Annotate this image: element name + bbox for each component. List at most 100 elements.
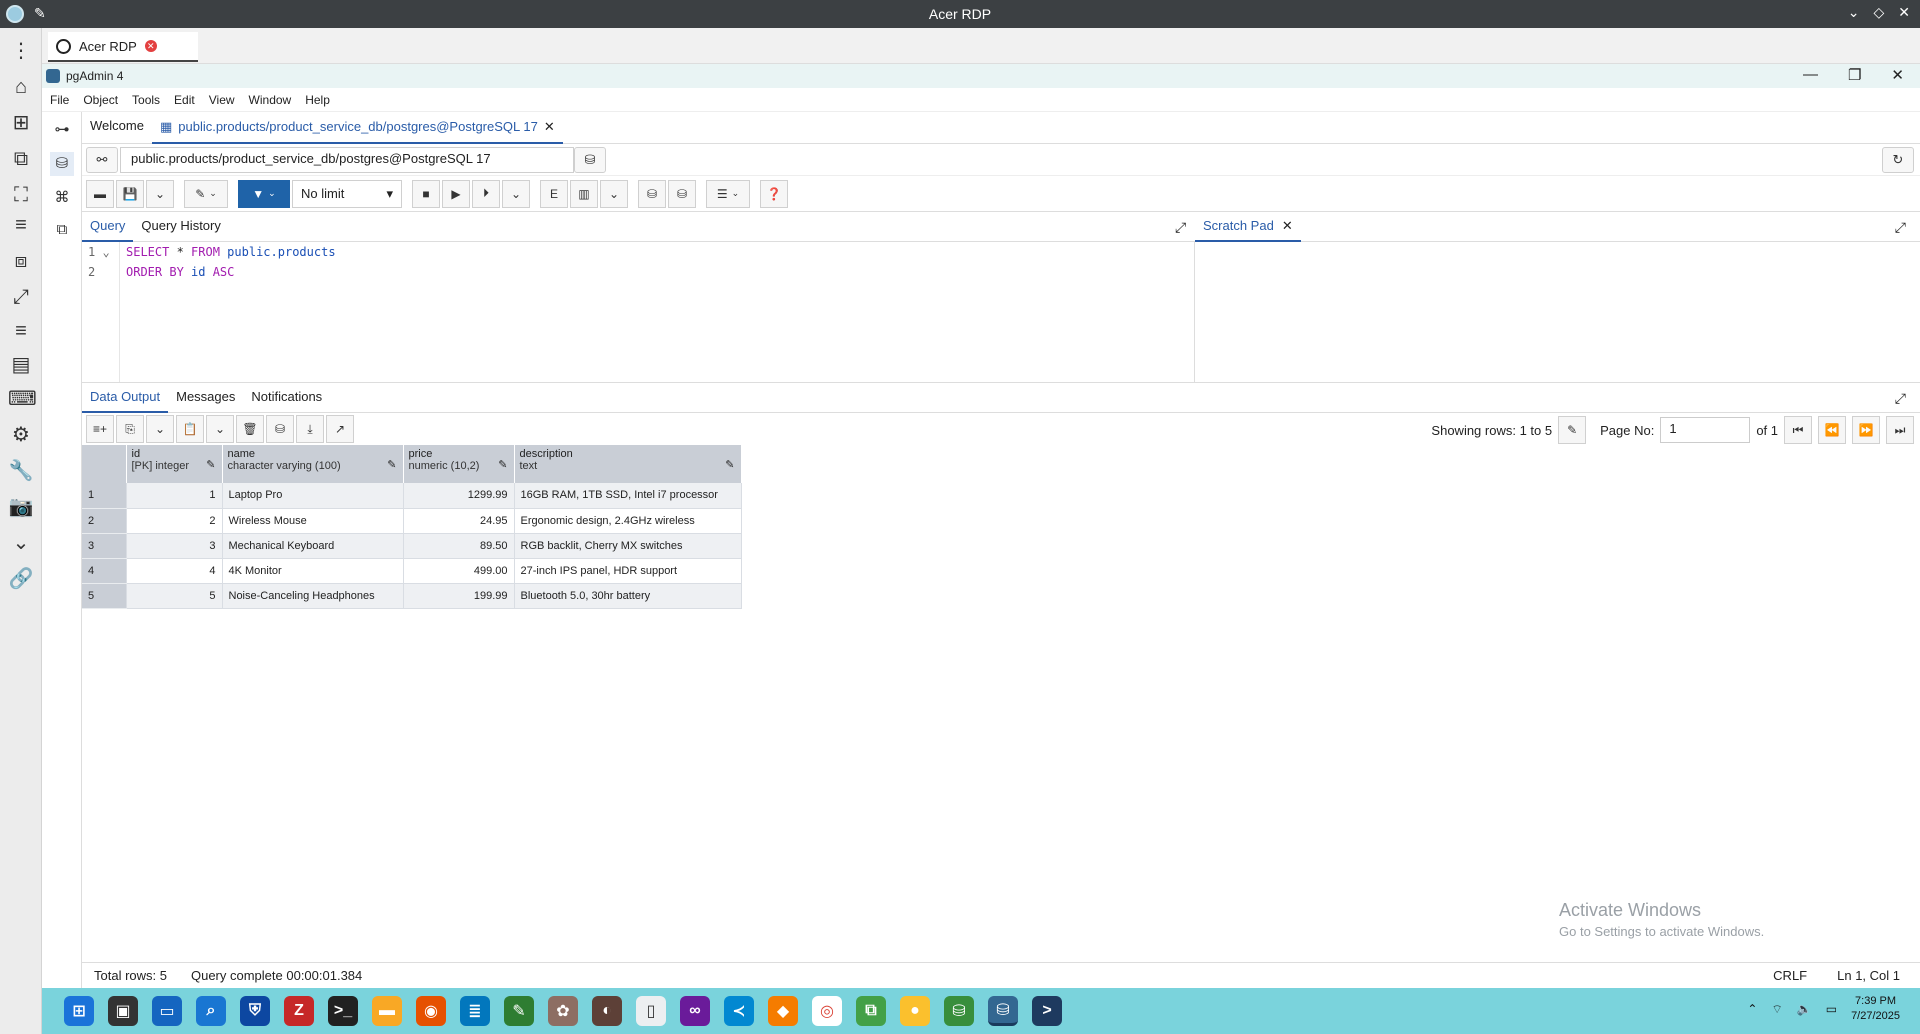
next-page-icon[interactable]: ⏩: [1852, 416, 1880, 444]
cell-price[interactable]: 1299.99: [403, 483, 515, 509]
git-icon[interactable]: ◆: [768, 996, 798, 1026]
notepad-plus-icon[interactable]: ✎: [504, 996, 534, 1026]
network-tool-icon[interactable]: ⧉: [856, 996, 886, 1026]
macros-dropdown-button[interactable]: ☰ ⌄: [706, 179, 750, 208]
tab-scratch-pad[interactable]: Scratch Pad ✕: [1195, 212, 1301, 242]
edit-pencil-icon[interactable]: ✎: [387, 458, 396, 471]
restore-icon[interactable]: ❐: [1848, 66, 1861, 84]
notepad-icon[interactable]: ≣: [460, 996, 490, 1026]
save-dropdown-icon[interactable]: ⌄: [146, 179, 174, 208]
search-app-icon[interactable]: ⌕: [196, 996, 226, 1026]
download-icon[interactable]: ⤓: [296, 415, 324, 443]
paste-dropdown-icon[interactable]: ⌄: [206, 415, 234, 443]
delete-icon[interactable]: 🗑: [236, 415, 264, 443]
graph-icon[interactable]: ↗: [326, 415, 354, 443]
rollback-icon[interactable]: ⛁: [668, 179, 696, 208]
expand-query-icon[interactable]: ⤢: [1175, 219, 1186, 236]
column-header-name[interactable]: name character varying (100) ✎: [222, 445, 404, 483]
cell-name[interactable]: 4K Monitor: [222, 558, 404, 584]
cell-description[interactable]: RGB backlit, Cherry MX switches: [514, 533, 742, 559]
powershell-icon[interactable]: >: [1032, 996, 1062, 1026]
cell-name[interactable]: Wireless Mouse: [222, 508, 404, 534]
cell-id[interactable]: 1: [126, 483, 223, 509]
cell-price[interactable]: 89.50: [403, 533, 515, 559]
pgadmin-taskbar-icon[interactable]: ⛁: [988, 996, 1018, 1026]
expand-output-icon[interactable]: ⤢: [1895, 390, 1906, 407]
help-icon[interactable]: ❓: [760, 179, 788, 208]
menu-view[interactable]: View: [209, 93, 235, 107]
row-number[interactable]: 3: [82, 533, 127, 559]
prev-page-icon[interactable]: ⏪: [1818, 416, 1846, 444]
table-row[interactable]: 2 2 Wireless Mouse 24.95 Ergonomic desig…: [82, 508, 742, 534]
filezilla-icon[interactable]: Z: [284, 996, 314, 1026]
terminal-icon[interactable]: >_: [328, 996, 358, 1026]
duck-icon[interactable]: ●: [900, 996, 930, 1026]
close-icon[interactable]: ✕: [1282, 212, 1293, 240]
database-icon[interactable]: ⛁: [574, 146, 606, 173]
add-window-icon[interactable]: ⊞: [8, 110, 34, 136]
tab-welcome[interactable]: Welcome: [82, 112, 152, 144]
query-tool-icon[interactable]: ⛁: [50, 152, 74, 176]
chevron-down-icon[interactable]: ⌄: [1848, 4, 1860, 21]
security-shield-icon[interactable]: ⛨: [240, 996, 270, 1026]
psql-tool-icon[interactable]: ⌘: [50, 186, 74, 210]
commit-icon[interactable]: ⛁: [638, 179, 666, 208]
connection-selector[interactable]: public.products/product_service_db/postg…: [120, 146, 574, 173]
vscode-icon[interactable]: ≺: [724, 996, 754, 1026]
open-file-icon[interactable]: ▬: [86, 179, 114, 208]
explain-icon[interactable]: E: [540, 179, 568, 208]
save-data-icon[interactable]: ⛁: [266, 415, 294, 443]
close-icon[interactable]: ✕: [1898, 4, 1910, 21]
table-row[interactable]: 3 3 Mechanical Keyboard 89.50 RGB backli…: [82, 533, 742, 559]
tab-query[interactable]: Query: [82, 212, 134, 242]
cell-description[interactable]: 16GB RAM, 1TB SSD, Intel i7 processor: [514, 483, 742, 509]
cell-id[interactable]: 2: [126, 508, 223, 534]
close-icon[interactable]: ✕: [544, 113, 555, 141]
paint-icon[interactable]: ✿: [548, 996, 578, 1026]
cell-description[interactable]: Ergonomic design, 2.4GHz wireless: [514, 508, 742, 534]
edit-pencil-icon[interactable]: ✎: [498, 458, 507, 471]
execute-script-icon[interactable]: ⏵: [472, 179, 500, 208]
execute-dropdown-icon[interactable]: ⌄: [502, 179, 530, 208]
cell-id[interactable]: 3: [126, 533, 223, 559]
schema-diff-icon[interactable]: ⧉: [50, 218, 74, 242]
add-row-icon[interactable]: ≡+: [86, 415, 114, 443]
battery-icon[interactable]: ▭: [1826, 1002, 1837, 1016]
cell-description[interactable]: Bluetooth 5.0, 30hr battery: [514, 583, 742, 609]
menu-help[interactable]: Help: [305, 93, 330, 107]
file-explorer-icon[interactable]: ▬: [372, 996, 402, 1026]
chrome-icon[interactable]: ◎: [812, 996, 842, 1026]
tab-query-history[interactable]: Query History: [133, 212, 228, 242]
firefox-icon[interactable]: ◉: [416, 996, 446, 1026]
last-page-icon[interactable]: ⏭: [1886, 416, 1914, 444]
menu-file[interactable]: File: [50, 93, 69, 107]
expand-icon[interactable]: ⤢: [8, 284, 34, 310]
tab-query-tool[interactable]: ▦ public.products/product_service_db/pos…: [151, 112, 563, 144]
object-explorer-icon[interactable]: ⊶: [50, 118, 74, 142]
row-number[interactable]: 1: [82, 483, 127, 509]
display-icon[interactable]: ▤: [8, 352, 34, 378]
menu-edit[interactable]: Edit: [174, 93, 195, 107]
list-icon[interactable]: ≡: [8, 318, 34, 344]
page-number-input[interactable]: 1: [1660, 417, 1751, 443]
chevron-down-icon[interactable]: ⌄: [8, 530, 34, 556]
volume-icon[interactable]: 🔈: [1797, 1002, 1812, 1016]
expand-scratch-icon[interactable]: ⤢: [1895, 219, 1906, 236]
tab-notifications[interactable]: Notifications: [243, 383, 330, 413]
cell-price[interactable]: 24.95: [403, 508, 515, 534]
cell-name[interactable]: Laptop Pro: [222, 483, 404, 509]
remote-desktop-icon[interactable]: ▭: [152, 996, 182, 1026]
minimize-icon[interactable]: —: [1803, 66, 1818, 84]
document-icon[interactable]: ▯: [636, 996, 666, 1026]
close-tab-icon[interactable]: ✕: [144, 40, 157, 52]
column-header-description[interactable]: description text ✎: [514, 445, 742, 483]
edit-pencil-icon[interactable]: ✎: [725, 458, 734, 471]
ssms-icon[interactable]: ⛁: [944, 996, 974, 1026]
fit-window-icon[interactable]: ⧉: [8, 146, 34, 172]
filter-dropdown-button[interactable]: ▼ ⌄: [238, 179, 290, 208]
execute-icon[interactable]: ▶: [442, 179, 470, 208]
camera-icon[interactable]: 📷: [8, 494, 34, 520]
cell-price[interactable]: 199.99: [403, 583, 515, 609]
menu-icon[interactable]: ≡: [8, 212, 34, 238]
wifi-icon[interactable]: ⌔: [1771, 1002, 1782, 1017]
